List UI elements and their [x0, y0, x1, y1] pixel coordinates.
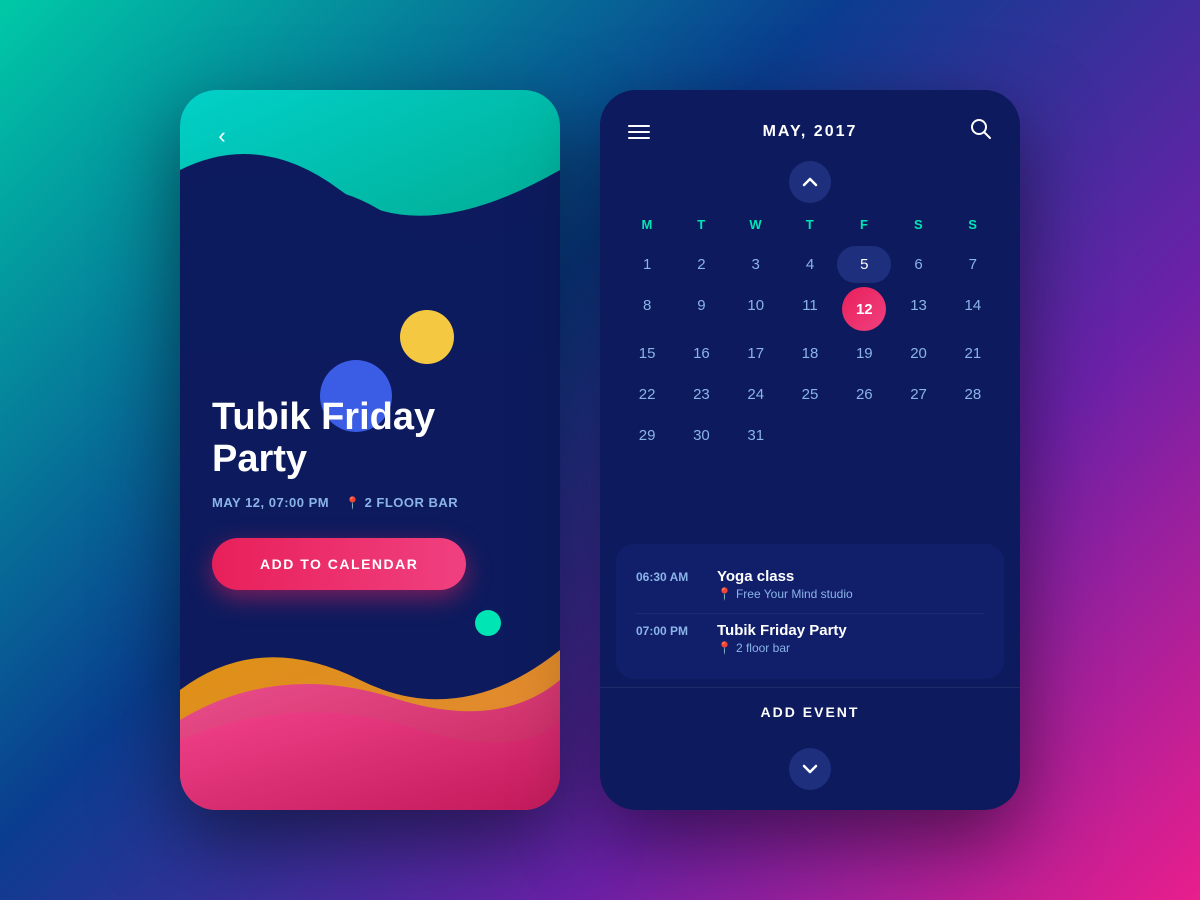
day-20[interactable]: 20: [891, 335, 945, 372]
event-item-party[interactable]: 07:00 PM Tubik Friday Party 📍 2 floor ba…: [636, 613, 984, 663]
day-29[interactable]: 29: [620, 417, 674, 454]
pin-icon: 📍: [345, 496, 360, 510]
yoga-location: 📍 Free Your Mind studio: [717, 587, 984, 601]
day-7[interactable]: 7: [946, 246, 1000, 283]
calendar-grid: M T W T F S S 1 2 3 4 5 6 7 8 9 10 11 12…: [600, 211, 1020, 536]
day-4[interactable]: 4: [783, 246, 837, 283]
day-23[interactable]: 23: [674, 376, 728, 413]
day-14[interactable]: 14: [946, 287, 1000, 331]
day-16[interactable]: 16: [674, 335, 728, 372]
yoga-name: Yoga class: [717, 568, 984, 585]
event-card: ‹ Tubik Friday Party MAY 12, 07:00 PM 📍 …: [180, 90, 560, 810]
day-header-sun: S: [946, 211, 1000, 238]
day-11[interactable]: 11: [783, 287, 837, 331]
calendar-week-1: 1 2 3 4 5 6 7: [620, 246, 1000, 283]
deco-circle-teal: [475, 610, 501, 636]
yoga-time: 06:30 AM: [636, 568, 701, 584]
day-10[interactable]: 10: [729, 287, 783, 331]
day-6[interactable]: 6: [891, 246, 945, 283]
day-empty-1: [783, 417, 837, 454]
event-date: MAY 12, 07:00 PM: [212, 495, 329, 510]
day-12-selected[interactable]: 12: [842, 287, 886, 331]
day-header-wed: W: [729, 211, 783, 238]
day-21[interactable]: 21: [946, 335, 1000, 372]
event-meta: MAY 12, 07:00 PM 📍 2 FLOOR BAR: [212, 495, 528, 510]
day-27[interactable]: 27: [891, 376, 945, 413]
day-13[interactable]: 13: [891, 287, 945, 331]
calendar-week-2: 8 9 10 11 12 13 14: [620, 287, 1000, 331]
day-25[interactable]: 25: [783, 376, 837, 413]
day-header-thu: T: [783, 211, 837, 238]
day-8[interactable]: 8: [620, 287, 674, 331]
day-17[interactable]: 17: [729, 335, 783, 372]
event-location: 📍 2 FLOOR BAR: [345, 495, 458, 510]
event-item-yoga[interactable]: 06:30 AM Yoga class 📍 Free Your Mind stu…: [636, 560, 984, 609]
day-2[interactable]: 2: [674, 246, 728, 283]
events-section: 06:30 AM Yoga class 📍 Free Your Mind stu…: [616, 544, 1004, 679]
day-18[interactable]: 18: [783, 335, 837, 372]
calendar-week-3: 15 16 17 18 19 20 21: [620, 335, 1000, 372]
day-header-sat: S: [891, 211, 945, 238]
day-31[interactable]: 31: [729, 417, 783, 454]
add-event-button[interactable]: ADD EVENT: [600, 687, 1020, 736]
day-24[interactable]: 24: [729, 376, 783, 413]
pin-icon-party: 📍: [717, 641, 732, 655]
chevron-down-section: [600, 736, 1020, 810]
month-title: MAY, 2017: [763, 123, 858, 141]
calendar-header: MAY, 2017: [600, 90, 1020, 161]
chevron-up-button[interactable]: [789, 161, 831, 203]
search-icon[interactable]: [970, 118, 992, 145]
yoga-details: Yoga class 📍 Free Your Mind studio: [717, 568, 984, 601]
deco-circle-yellow: [400, 310, 454, 364]
event-info: Tubik Friday Party MAY 12, 07:00 PM 📍 2 …: [212, 397, 528, 590]
day-19[interactable]: 19: [837, 335, 891, 372]
day-22[interactable]: 22: [620, 376, 674, 413]
day-empty-2: [837, 417, 891, 454]
add-to-calendar-button[interactable]: ADD TO CALENDAR: [212, 538, 466, 590]
day-headers: M T W T F S S: [620, 211, 1000, 238]
pin-icon-yoga: 📍: [717, 587, 732, 601]
back-button[interactable]: ‹: [204, 118, 240, 154]
party-location: 📍 2 floor bar: [717, 641, 984, 655]
party-name: Tubik Friday Party: [717, 622, 984, 639]
day-28[interactable]: 28: [946, 376, 1000, 413]
calendar-week-4: 22 23 24 25 26 27 28: [620, 376, 1000, 413]
day-30[interactable]: 30: [674, 417, 728, 454]
day-empty-4: [946, 417, 1000, 454]
calendar-week-5: 29 30 31: [620, 417, 1000, 454]
day-9[interactable]: 9: [674, 287, 728, 331]
day-header-mon: M: [620, 211, 674, 238]
day-5[interactable]: 5: [837, 246, 891, 283]
event-title: Tubik Friday Party: [212, 397, 528, 481]
day-3[interactable]: 3: [729, 246, 783, 283]
calendar-card: MAY, 2017 M T W T F S S 1: [600, 90, 1020, 810]
day-26[interactable]: 26: [837, 376, 891, 413]
day-header-tue: T: [674, 211, 728, 238]
menu-icon[interactable]: [628, 125, 650, 139]
party-details: Tubik Friday Party 📍 2 floor bar: [717, 622, 984, 655]
day-header-fri: F: [837, 211, 891, 238]
chevron-up-section: [600, 161, 1020, 203]
chevron-down-button[interactable]: [789, 748, 831, 790]
day-1[interactable]: 1: [620, 246, 674, 283]
day-empty-3: [891, 417, 945, 454]
party-time: 07:00 PM: [636, 622, 701, 638]
day-15[interactable]: 15: [620, 335, 674, 372]
